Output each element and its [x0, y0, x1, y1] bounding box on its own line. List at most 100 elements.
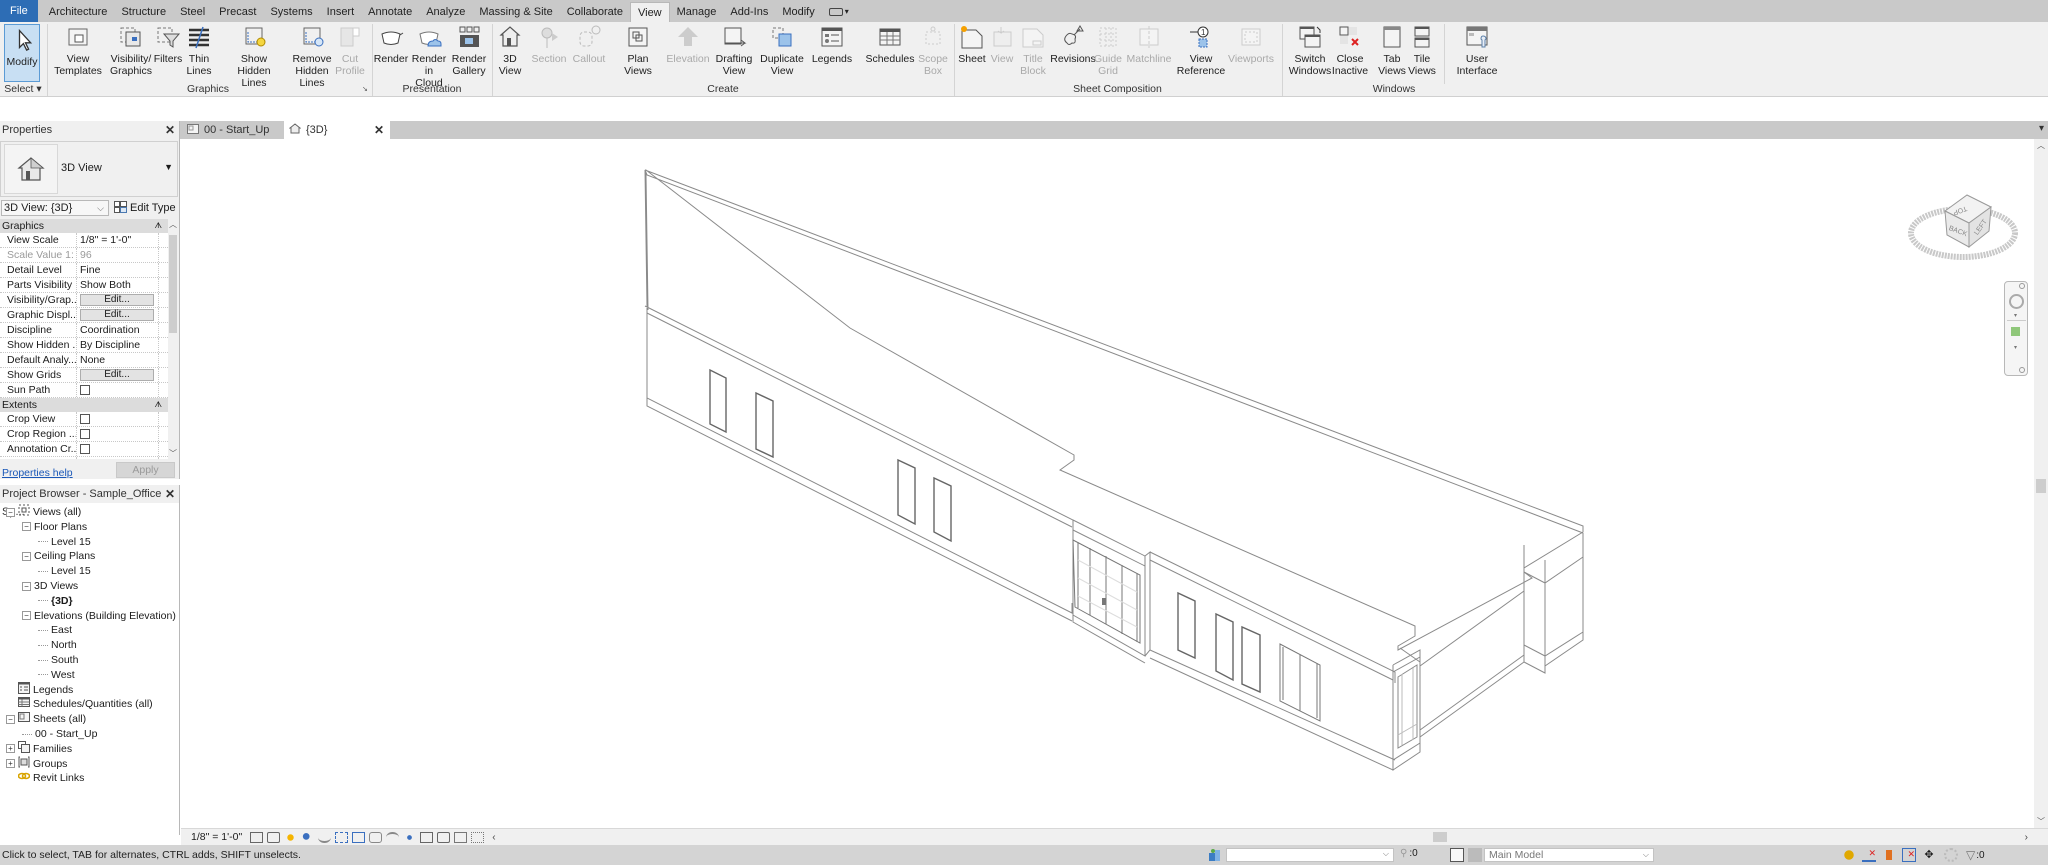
visual-style-icon[interactable] — [267, 831, 281, 843]
properties-scrollbar[interactable]: ︿ ﹀ — [168, 219, 178, 459]
remove-hidden-lines-button[interactable]: Remove Hidden Lines — [284, 24, 340, 89]
property-value[interactable] — [77, 383, 159, 397]
tree-item-north[interactable]: North — [38, 638, 77, 652]
scroll-down-icon[interactable]: ﹀ — [168, 448, 178, 459]
property-value[interactable] — [77, 412, 159, 426]
scroll-up-icon[interactable]: ︿ — [168, 219, 178, 230]
schedules-button[interactable]: Schedules — [864, 24, 916, 80]
edit-button[interactable]: Edit... — [80, 294, 154, 306]
sheet-button[interactable]: Sheet — [958, 24, 986, 80]
zoom-region-icon[interactable] — [2011, 327, 2020, 336]
close-navbar-icon[interactable] — [2019, 283, 2025, 289]
plan-views-button[interactable]: Plan Views — [620, 24, 656, 80]
tree-item-level-15[interactable]: Level 15 — [38, 535, 91, 549]
ribbon-tab-collaborate[interactable]: Collaborate — [560, 2, 630, 22]
tree-item-groups[interactable]: + Groups — [6, 756, 67, 771]
ribbon-tab-add-ins[interactable]: Add-Ins — [723, 2, 775, 22]
property-value[interactable] — [77, 442, 159, 456]
contextual-tab-toggle[interactable]: ▾ — [822, 2, 856, 22]
design-options-icon[interactable] — [1450, 848, 1464, 862]
reveal-hidden-icon[interactable] — [403, 831, 417, 843]
ribbon-tab-systems[interactable]: Systems — [263, 2, 319, 22]
crop-view-icon[interactable] — [335, 831, 349, 843]
tree-item-revit-links[interactable]: Revit Links — [6, 771, 84, 785]
graphics-dialog-launcher-icon[interactable]: ↘ — [362, 85, 368, 93]
canvas-vertical-scrollbar[interactable]: ︿ ﹀ — [2034, 139, 2048, 828]
ribbon-tab-view[interactable]: View — [629, 2, 670, 22]
edit-button[interactable]: Edit... — [80, 369, 154, 381]
show-crop-region-icon[interactable] — [352, 831, 366, 843]
duplicate-view-button[interactable]: Duplicate View — [760, 24, 804, 80]
collapse-group-icon[interactable]: ᗑ — [154, 219, 162, 233]
temporary-hide-icon[interactable] — [386, 831, 400, 843]
show-analytical-model-icon[interactable] — [437, 831, 451, 843]
horizontal-scroll-thumb[interactable] — [1433, 832, 1447, 842]
modify-button[interactable]: Modify — [4, 24, 40, 82]
collapse-icon[interactable]: − — [22, 522, 31, 532]
filters-button[interactable]: Filters — [152, 24, 184, 80]
ribbon-tab-structure[interactable]: Structure — [114, 2, 173, 22]
property-value[interactable]: By Discipline — [77, 338, 159, 352]
type-selector[interactable]: 3D View ▼ — [0, 141, 178, 197]
expand-icon[interactable]: + — [6, 759, 15, 769]
property-value[interactable]: Fine — [77, 263, 159, 277]
ribbon-tab-insert[interactable]: Insert — [320, 2, 362, 22]
ribbon-tab-architecture[interactable]: Architecture — [42, 2, 115, 22]
property-value[interactable]: Edit... — [77, 368, 159, 382]
tree-item-families[interactable]: + Families — [6, 740, 72, 756]
collapse-icon[interactable]: − — [6, 714, 15, 724]
scroll-up-icon[interactable]: ︿ — [2037, 140, 2045, 151]
reveal-constraints-icon[interactable] — [471, 831, 485, 843]
active-workset-select[interactable]: ⌵ — [1226, 848, 1394, 862]
close-tab-icon[interactable]: ✕ — [374, 123, 384, 137]
property-value[interactable] — [77, 427, 159, 441]
render-gallery-button[interactable]: Render Gallery — [450, 24, 488, 80]
tree-item-elevations-building-elevation[interactable]: − Elevations (Building Elevation) — [22, 609, 176, 623]
property-value[interactable]: 1/8" = 1'-0" — [77, 233, 159, 247]
tree-item-floor-plans[interactable]: − Floor Plans — [22, 520, 87, 534]
legends-button[interactable]: Legends — [810, 24, 854, 80]
highlight-displacement-icon[interactable] — [454, 831, 468, 843]
tile-views-button[interactable]: Tile Views — [1408, 24, 1436, 80]
property-checkbox[interactable] — [80, 429, 90, 439]
select-pinned-icon[interactable] — [1882, 848, 1896, 862]
tree-item-legends[interactable]: Legends — [6, 681, 73, 697]
ribbon-tab-massing-site[interactable]: Massing & Site — [472, 2, 559, 22]
tree-item-level-15[interactable]: Level 15 — [38, 564, 91, 578]
select-underlay-icon[interactable]: ✕ — [1862, 848, 1876, 862]
property-checkbox[interactable] — [80, 414, 90, 424]
tree-item-sheets-all[interactable]: − Sheets (all) — [6, 712, 86, 726]
ribbon-tab-precast[interactable]: Precast — [212, 2, 263, 22]
view-scale-control[interactable]: 1/8" = 1'-0" — [191, 831, 242, 843]
tree-item-3d[interactable]: {3D} — [38, 594, 73, 608]
user-interface-button[interactable]: User Interface — [1452, 24, 1502, 80]
type-dropdown-icon[interactable]: ▼ — [164, 162, 173, 172]
select-links-icon[interactable] — [1842, 848, 1856, 862]
steering-wheel-icon[interactable] — [2009, 294, 2024, 309]
sun-path-icon[interactable] — [284, 831, 298, 843]
tree-item-schedules-quantities-all[interactable]: Schedules/Quantities (all) — [6, 697, 153, 711]
ribbon-tab-annotate[interactable]: Annotate — [361, 2, 419, 22]
render-button[interactable]: Render — [374, 24, 408, 80]
3d-view-canvas[interactable]: TOP BACK LEFT ▾ ▾ — [181, 139, 2034, 828]
property-value[interactable]: Edit... — [77, 308, 159, 322]
property-group-graphics[interactable]: Graphics ᗑ — [0, 219, 168, 233]
tree-item-west[interactable]: West — [38, 668, 75, 682]
property-value[interactable]: None — [77, 353, 159, 367]
close-inactive-button[interactable]: Close Inactive — [1330, 24, 1370, 80]
render-dialog-icon[interactable] — [318, 832, 332, 843]
tree-item-south[interactable]: South — [38, 653, 78, 667]
drafting-view-button[interactable]: Drafting View — [712, 24, 756, 80]
select-panel-dropdown[interactable]: Select ▾ — [4, 83, 42, 95]
render-in-cloud-button[interactable]: Render in Cloud — [410, 24, 448, 89]
exclude-options-icon[interactable] — [1468, 848, 1482, 862]
ribbon-tab-analyze[interactable]: Analyze — [419, 2, 472, 22]
tree-item-views-all[interactable]: − Views (all) — [6, 504, 81, 519]
expand-icon[interactable]: + — [6, 744, 15, 754]
view-reference-button[interactable]: 1 View Reference — [1177, 24, 1225, 80]
tree-item-3d-views[interactable]: −3D Views — [22, 579, 78, 593]
filter-selection[interactable]: ▽:0 — [1966, 848, 1985, 862]
tree-item-ceiling-plans[interactable]: − Ceiling Plans — [22, 549, 95, 563]
property-value[interactable] — [77, 457, 159, 459]
property-value[interactable]: Edit... — [77, 293, 159, 307]
